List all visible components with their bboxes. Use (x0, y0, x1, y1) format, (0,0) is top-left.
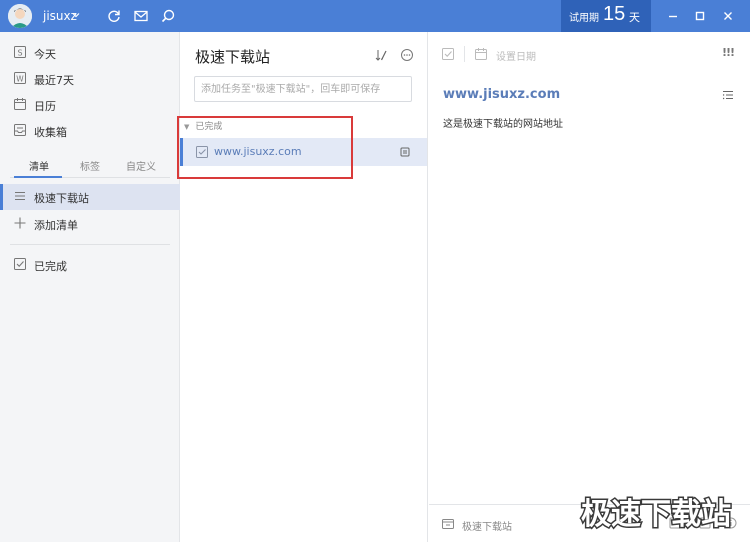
chevron-down-icon[interactable] (72, 11, 80, 19)
week-icon: W (13, 71, 27, 85)
detail-description[interactable]: 这是极速下载站的网站地址 (443, 115, 563, 130)
sidebar-divider (10, 244, 170, 245)
sidebar-item-label: 收集箱 (34, 126, 67, 139)
detail-task-title[interactable]: www.jisuxz.com (443, 87, 560, 102)
sidebar-tabs: 清单 标签 自定义 (0, 156, 180, 178)
sidebar-item-label: 日历 (34, 100, 56, 113)
toolbar-separator (464, 46, 465, 62)
inbox-icon (13, 123, 27, 137)
sidebar-item-label: 今天 (34, 48, 56, 61)
trial-days: 15 (603, 3, 626, 25)
sidebar-item-week[interactable]: W 最近7天 (0, 66, 180, 92)
footer-list-name[interactable]: 极速下载站 (462, 518, 512, 533)
list-move-icon[interactable] (441, 517, 455, 531)
task-list-pane: 极速下载站 ▼已完成 www.jisuxz.com (180, 32, 428, 542)
tab-tags[interactable]: 标签 (80, 158, 100, 173)
sidebar-item-inbox[interactable]: 收集箱 (0, 118, 180, 144)
list-title: 极速下载站 (195, 48, 271, 66)
more-options-icon[interactable] (400, 48, 414, 62)
task-detail-pane: 设置日期 !!! www.jisuxz.com 这是极速下载站的网站地址 极速下… (429, 32, 750, 542)
mail-icon[interactable] (133, 8, 149, 24)
sidebar-item-calendar[interactable]: 日历 (0, 92, 180, 118)
note-icon (400, 147, 410, 157)
detail-toolbar: 设置日期 !!! (429, 32, 750, 76)
watermark-text: 极速下载站 (581, 497, 731, 532)
today-icon: S (13, 45, 27, 59)
sidebar-item-add-list[interactable]: 添加清单 (0, 211, 180, 237)
priority-button[interactable]: !!! (722, 46, 735, 59)
sidebar-item-jisuxz-list[interactable]: 极速下载站 (0, 184, 180, 210)
trial-unit: 天 (629, 11, 640, 24)
text-format-icon[interactable] (722, 89, 734, 101)
trial-label: 试用期 (569, 13, 599, 24)
sidebar-item-completed[interactable]: 已完成 (0, 252, 180, 278)
sidebar-item-label: 已完成 (34, 260, 67, 273)
svg-text:S: S (17, 49, 22, 58)
plus-icon (13, 216, 27, 230)
highlight-annotation-box (177, 116, 353, 179)
tab-custom[interactable]: 自定义 (126, 158, 156, 173)
close-icon[interactable] (720, 8, 736, 24)
maximize-icon[interactable] (692, 8, 708, 24)
sidebar-item-label: 最近7天 (34, 74, 74, 87)
add-task-input[interactable] (194, 76, 412, 102)
sidebar-item-label: 极速下载站 (34, 192, 89, 205)
watermark-logo: 极速下载站 (576, 494, 736, 534)
sidebar-item-today[interactable]: S 今天 (0, 40, 180, 66)
sync-icon[interactable] (106, 8, 122, 24)
list-icon (13, 189, 27, 203)
user-avatar[interactable] (8, 4, 32, 28)
search-icon[interactable] (160, 8, 176, 24)
detail-checkbox-icon[interactable] (441, 47, 455, 61)
sidebar: S 今天 W 最近7天 日历 收集箱 清单 标签 自定义 极速下载站 添加清单 … (0, 32, 180, 542)
sidebar-item-label: 添加清单 (34, 219, 78, 232)
title-bar: jisuxz 试用期 15 天 (0, 0, 750, 32)
svg-text:W: W (16, 75, 24, 84)
tab-active-indicator (14, 176, 62, 178)
set-date-button[interactable]: 设置日期 (496, 48, 536, 63)
trial-badge[interactable]: 试用期 15 天 (561, 0, 651, 32)
calendar-icon[interactable] (474, 47, 488, 61)
checkbox-checked-icon (13, 257, 27, 271)
tab-lists[interactable]: 清单 (29, 158, 49, 173)
calendar-icon (13, 97, 27, 111)
sort-icon[interactable] (374, 48, 388, 62)
minimize-icon[interactable] (665, 8, 681, 24)
